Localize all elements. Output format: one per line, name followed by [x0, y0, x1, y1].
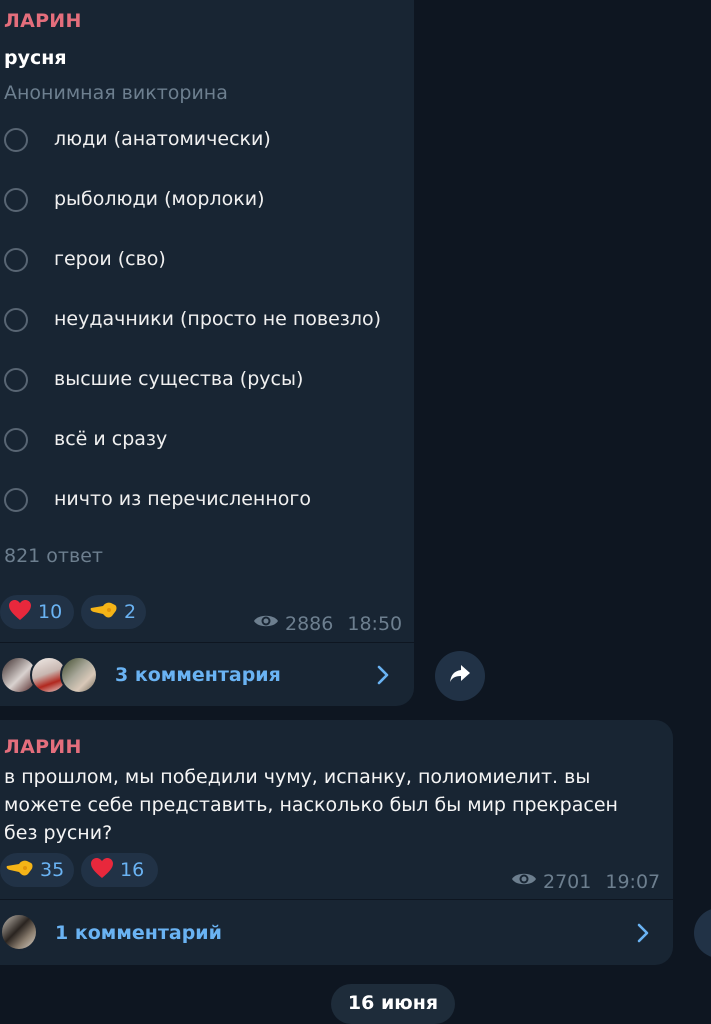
reaction-count: 35 [40, 859, 65, 881]
message-meta: 2886 18:50 [253, 612, 402, 635]
views-count: 2886 [285, 612, 334, 635]
pointing-hand-icon [6, 857, 34, 883]
radio-button-icon[interactable] [4, 188, 28, 212]
message-time: 19:07 [605, 870, 661, 893]
share-button[interactable] [435, 651, 485, 701]
heart-icon [90, 857, 114, 883]
comments-divider [0, 899, 673, 900]
poll-option-label: герои (сво) [54, 248, 166, 270]
author-name[interactable]: ЛАРИН [4, 10, 82, 32]
radio-button-icon[interactable] [4, 428, 28, 452]
poll-option[interactable]: рыболюди (морлоки) [0, 182, 410, 222]
comments-link[interactable]: 3 комментария [0, 646, 414, 704]
radio-button-icon[interactable] [4, 248, 28, 272]
eye-icon [511, 870, 537, 893]
pointing-hand-icon [90, 599, 118, 625]
poll-option[interactable]: высшие существа (русы) [0, 362, 410, 402]
radio-button-icon[interactable] [4, 128, 28, 152]
poll-votes-count: 821 ответ [4, 545, 103, 567]
date-separator: 16 июня [331, 984, 455, 1024]
avatar [60, 656, 98, 694]
message-time: 18:50 [347, 612, 403, 635]
reaction-count: 10 [38, 601, 63, 623]
poll-option[interactable]: неудачники (просто не повезло) [0, 302, 410, 342]
poll-option[interactable]: герои (сво) [0, 242, 410, 282]
author-name[interactable]: ЛАРИН [4, 736, 82, 758]
views-count: 2701 [543, 870, 592, 893]
reaction-count: 2 [124, 601, 137, 623]
message-meta: 2701 19:07 [511, 870, 660, 893]
chevron-right-icon [376, 664, 390, 690]
poll-option-label: рыболюди (морлоки) [54, 188, 265, 210]
poll-type-label: Анонимная викторина [4, 82, 228, 104]
poll-option-label: высшие существа (русы) [54, 368, 304, 390]
poll-option[interactable]: всё и сразу [0, 422, 410, 462]
poll-option[interactable]: ничто из перечисленного [0, 482, 410, 522]
comments-count-label: 1 комментарий [55, 922, 222, 944]
eye-icon [253, 612, 279, 635]
reaction-heart[interactable]: 16 [81, 853, 158, 887]
share-arrow-icon [448, 663, 472, 689]
radio-button-icon[interactable] [4, 488, 28, 512]
avatar [0, 913, 38, 951]
heart-icon [8, 599, 32, 625]
poll-option-label: ничто из перечисленного [54, 488, 312, 510]
comments-link[interactable]: 1 комментарий [0, 903, 673, 961]
reaction-count: 16 [120, 859, 145, 881]
reaction-pointing-hand[interactable]: 35 [0, 853, 74, 887]
date-separator-label: 16 июня [347, 992, 439, 1014]
chevron-right-icon [636, 922, 650, 948]
poll-question: русня [4, 47, 67, 69]
poll-option-label: всё и сразу [54, 428, 168, 450]
comments-divider [0, 642, 414, 643]
poll-option-label: неудачники (просто не повезло) [54, 308, 382, 330]
reaction-heart[interactable]: 10 [0, 595, 74, 629]
share-button[interactable] [694, 908, 711, 958]
poll-option-label: люди (анатомически) [54, 128, 271, 150]
radio-button-icon[interactable] [4, 368, 28, 392]
radio-button-icon[interactable] [4, 308, 28, 332]
comments-count-label: 3 комментария [115, 664, 281, 686]
reaction-pointing-hand[interactable]: 2 [81, 595, 146, 629]
message-text: в прошлом, мы победили чуму, испанку, по… [4, 766, 618, 844]
poll-option[interactable]: люди (анатомически) [0, 122, 410, 162]
